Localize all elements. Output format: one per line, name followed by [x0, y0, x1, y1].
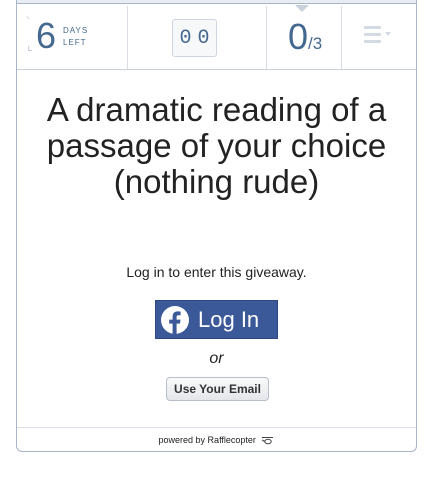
entries-digit: 0	[179, 26, 192, 50]
use-email-button[interactable]: Use Your Email	[166, 377, 269, 401]
top-border	[17, 0, 416, 4]
entries-counter: 0 0	[172, 19, 217, 57]
facebook-icon	[161, 305, 189, 334]
rafflecopter-logo-icon	[262, 437, 274, 445]
powered-by-link[interactable]: powered by Rafflecopter	[159, 435, 256, 445]
days-left-panel: ⸌ └ 6 DAYS LEFT	[17, 6, 128, 69]
pointer-notch	[295, 5, 309, 12]
footer: powered by Rafflecopter	[17, 427, 416, 451]
stats-bar: ⸌ └ 6 DAYS LEFT 0 0 0/3	[17, 5, 416, 70]
days-left-label: DAYS LEFT	[63, 26, 89, 47]
login-prompt: Log in to enter this giveaway.	[126, 264, 307, 280]
total-entries-panel: 0 0	[128, 6, 267, 69]
facebook-login-label: Log In	[198, 306, 260, 332]
your-entries-panel: 0/3	[267, 5, 342, 69]
chevron-down-icon	[385, 32, 391, 36]
entries-digit: 0	[197, 26, 210, 50]
giveaway-widget: ⸌ └ 6 DAYS LEFT 0 0 0/3 A dramatic readi…	[16, 0, 417, 452]
menu-panel[interactable]	[342, 6, 416, 69]
days-left-count: 6	[36, 15, 57, 56]
your-entries-score: 0/3	[288, 16, 323, 57]
or-separator: or	[209, 350, 224, 367]
facebook-login-button[interactable]: Log In	[155, 300, 278, 339]
hamburger-menu-icon[interactable]	[364, 26, 381, 47]
corner-tick-icon: ⸌	[26, 15, 30, 24]
prize-title: A dramatic reading of a passage of your …	[46, 91, 387, 200]
corner-tick-icon: └	[26, 46, 32, 55]
